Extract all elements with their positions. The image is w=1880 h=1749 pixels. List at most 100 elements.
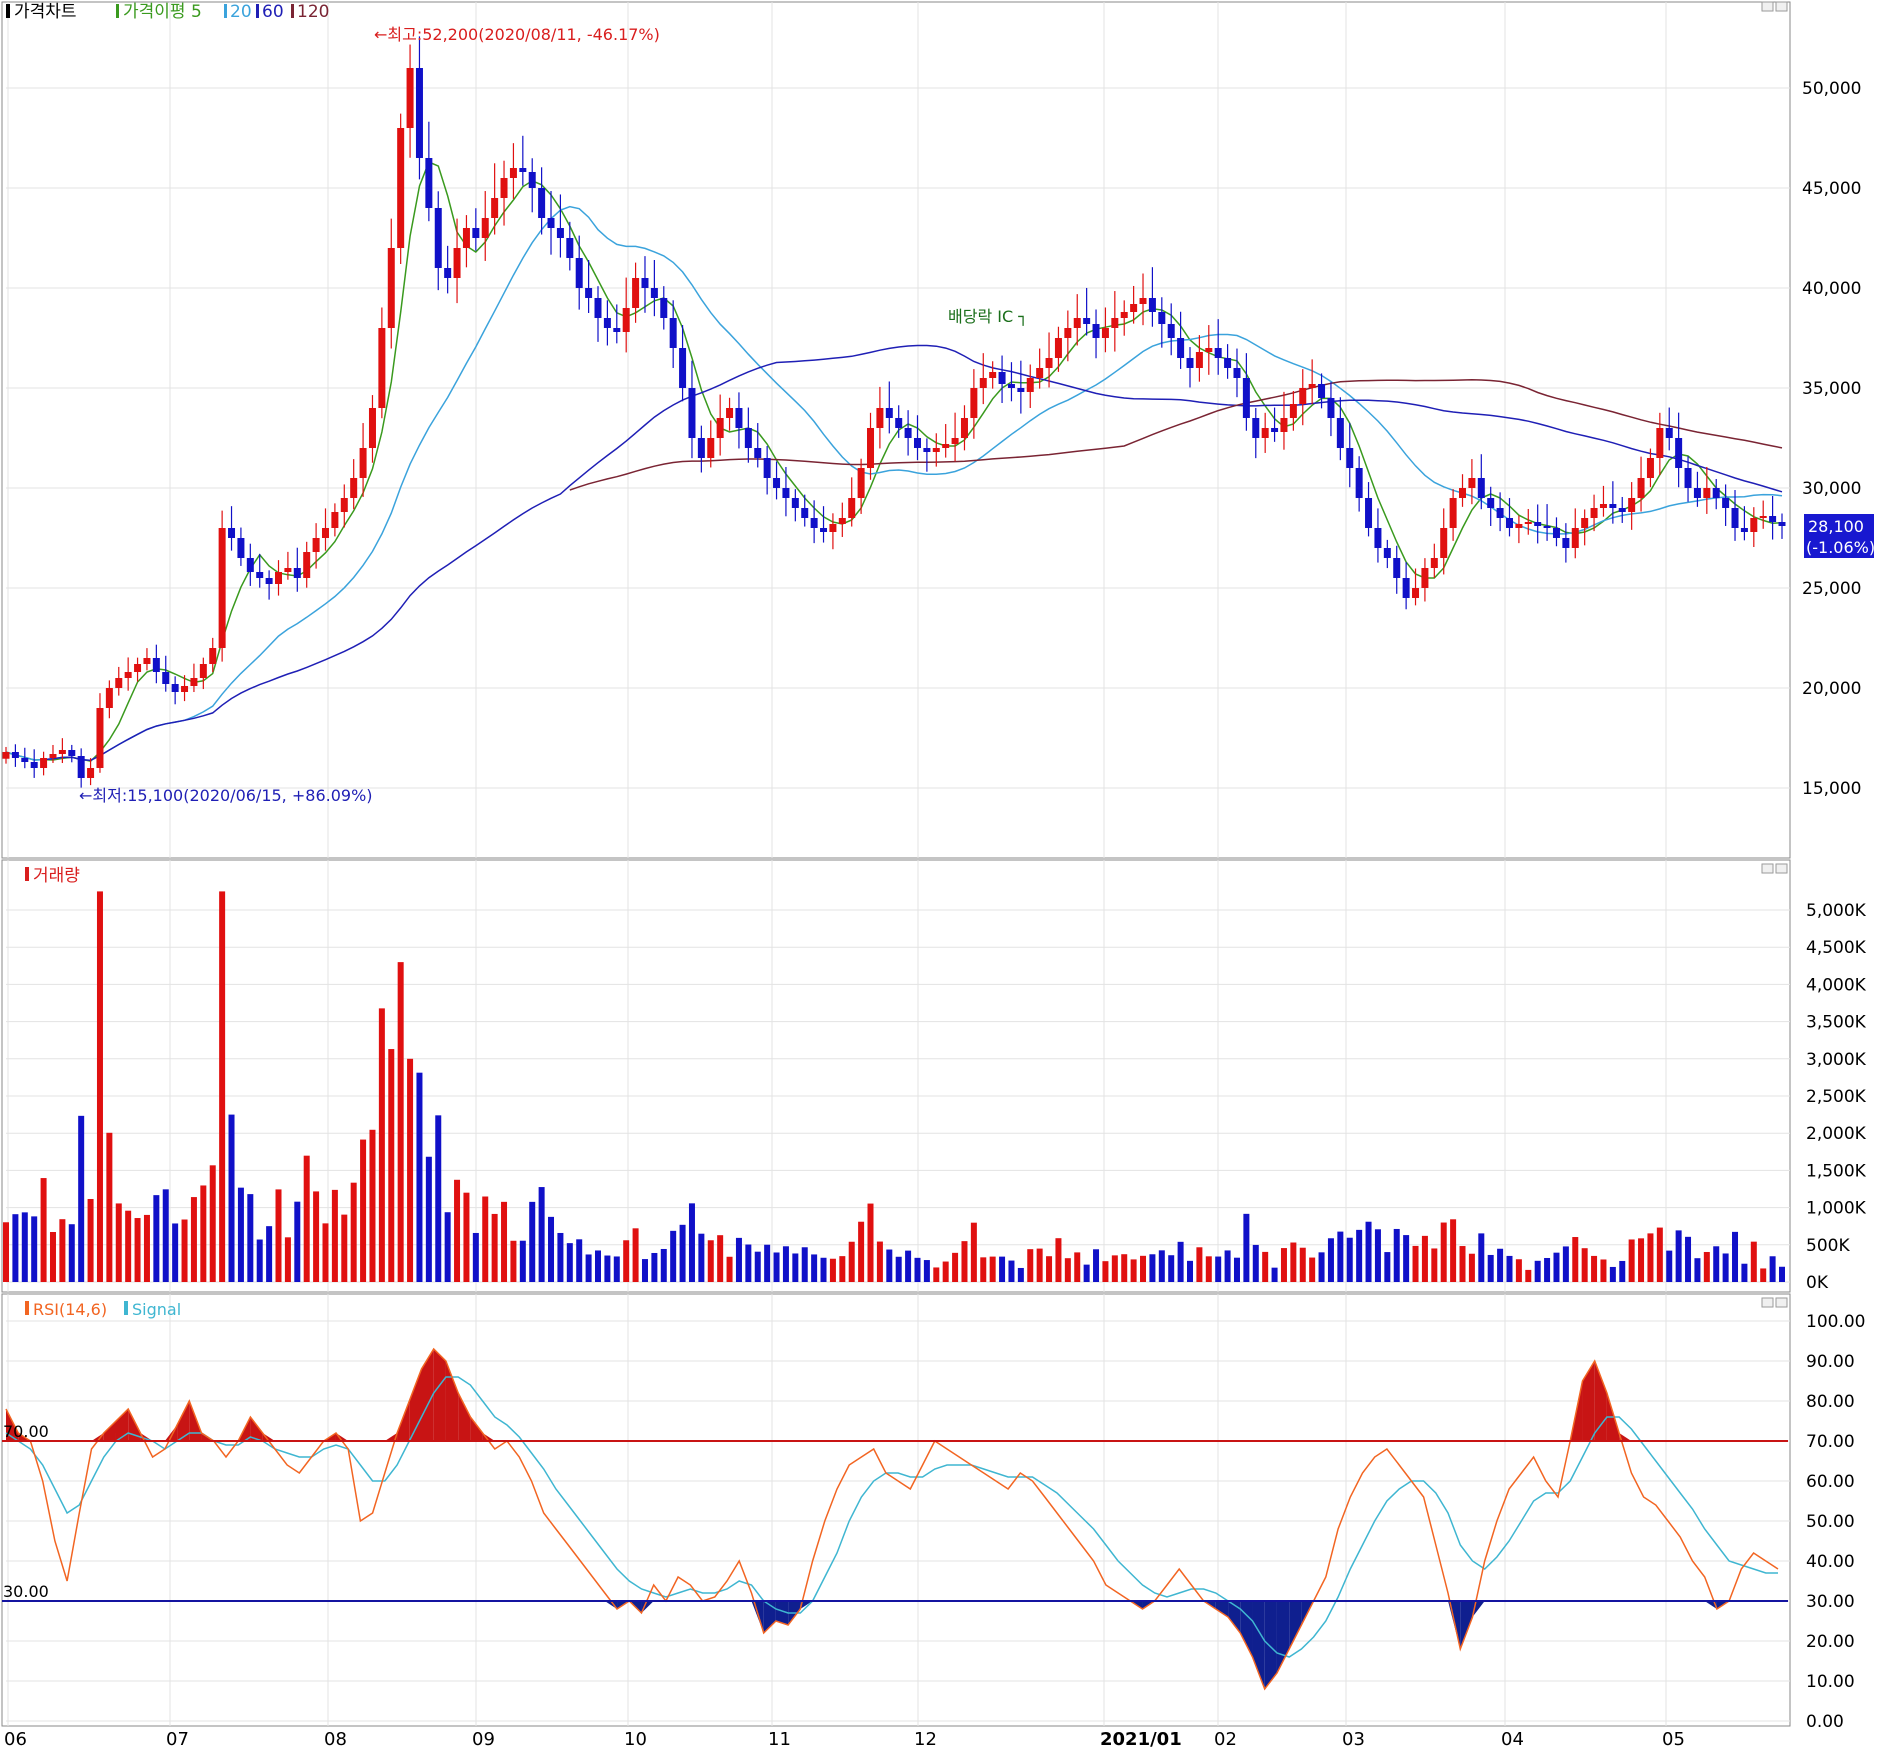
candle-body (1693, 488, 1701, 498)
volume-bar (1525, 1269, 1532, 1282)
volume-bar (895, 1256, 902, 1282)
candle-body (688, 388, 696, 438)
volume-bar (435, 1115, 442, 1282)
candle-body (547, 218, 555, 228)
candle-body (970, 388, 978, 418)
volume-bar (1638, 1238, 1645, 1282)
candle-body (237, 538, 245, 558)
volume-bar (1468, 1253, 1475, 1282)
volume-bar (96, 891, 103, 1282)
candle-body (58, 750, 66, 754)
y-tick-label: 30.00 (1806, 1592, 1855, 1612)
volume-bar (980, 1257, 987, 1282)
volume-bar (735, 1237, 742, 1282)
candle-body (1299, 388, 1307, 404)
volume-bar (491, 1213, 498, 1282)
volume-legend: 거래량 (25, 866, 80, 886)
volume-bar (613, 1256, 620, 1282)
candle-body (500, 178, 508, 198)
volume-bar (106, 1132, 113, 1282)
y-tick-label: 3,500K (1806, 1013, 1867, 1033)
volume-bar (1149, 1254, 1156, 1282)
candle-body (303, 552, 311, 578)
candle-body (312, 538, 320, 552)
candle-body (1045, 358, 1053, 368)
candle-body (228, 528, 236, 538)
candle-body (735, 408, 743, 428)
volume-bar (21, 1212, 28, 1282)
candle-body (932, 448, 940, 452)
volume-bar (1365, 1221, 1372, 1282)
candle-body (660, 298, 668, 318)
volume-bar (1262, 1251, 1269, 1282)
candle-body (632, 278, 640, 308)
y-tick-label: 15,000 (1802, 779, 1861, 799)
volume-bar (1459, 1246, 1466, 1282)
candle-body (1393, 558, 1401, 578)
candle-body (406, 68, 414, 128)
candle-body (162, 672, 170, 684)
x-tick-label: 04 (1501, 1729, 1524, 1749)
candle-body (293, 568, 301, 578)
candle-body (444, 268, 452, 278)
candle-body (1280, 418, 1288, 432)
candle-body (801, 508, 809, 518)
volume-bar (858, 1221, 865, 1282)
volume-bar (1685, 1236, 1692, 1282)
candle-body (1252, 418, 1260, 438)
volume-bar (1102, 1261, 1109, 1282)
volume-bar (12, 1214, 19, 1282)
candle-body (1731, 508, 1739, 528)
volume-bar (933, 1267, 940, 1282)
y-tick-label: 30,000 (1802, 479, 1861, 499)
candle-body (1233, 368, 1241, 378)
rsi-panel: 0.00 10.00 20.00 30.00 40.00 50.00 60.00 70.00 8… (1, 1293, 1865, 1732)
candle-body (378, 328, 386, 408)
volume-bar (905, 1250, 912, 1282)
candle-body (265, 578, 273, 584)
candle-body (1214, 348, 1222, 358)
candle-body (1487, 498, 1495, 508)
volume-bar (1027, 1249, 1034, 1282)
volume-bar (576, 1239, 583, 1282)
candle-body (1289, 404, 1297, 418)
candle-body (1505, 518, 1513, 528)
y-tick-label: 50.00 (1806, 1512, 1855, 1532)
candle-body (209, 648, 217, 664)
candle-body (1759, 516, 1767, 518)
candle-body (1412, 588, 1420, 598)
candle-body (1609, 504, 1617, 508)
candle-body (867, 428, 875, 468)
candle-body (951, 438, 959, 444)
volume-bar (1515, 1259, 1522, 1282)
candle-body (1769, 516, 1777, 522)
candle-body (1308, 384, 1316, 388)
candle-body (1402, 578, 1410, 598)
volume-bar (1600, 1259, 1607, 1282)
candle-body (754, 448, 762, 458)
candle-body (1552, 528, 1560, 538)
x-tick-label: 08 (324, 1729, 347, 1749)
candle-body (1224, 358, 1232, 368)
candle-body (726, 408, 734, 418)
volume-bar (1506, 1255, 1513, 1282)
candle-body (575, 258, 583, 288)
volume-bar (811, 1254, 818, 1282)
volume-bar (294, 1201, 301, 1282)
candle-body (1017, 388, 1025, 392)
volume-bar (454, 1179, 461, 1282)
volume-bar (1083, 1264, 1090, 1282)
volume-bar (1093, 1249, 1100, 1282)
volume-bar (566, 1243, 573, 1282)
x-tick-label: 02 (1214, 1729, 1237, 1749)
candle-body (1628, 498, 1636, 512)
volume-bar (1215, 1256, 1222, 1282)
volume-bar (764, 1244, 771, 1282)
y-tick-label: 0.00 (1806, 1712, 1844, 1732)
candle-body (1318, 384, 1326, 398)
legend-ma5: 가격이평 5 (123, 2, 202, 22)
volume-bar (1121, 1254, 1128, 1282)
y-tick-label: 20,000 (1802, 679, 1861, 699)
candle-body (848, 498, 856, 518)
candle-body (622, 308, 630, 332)
